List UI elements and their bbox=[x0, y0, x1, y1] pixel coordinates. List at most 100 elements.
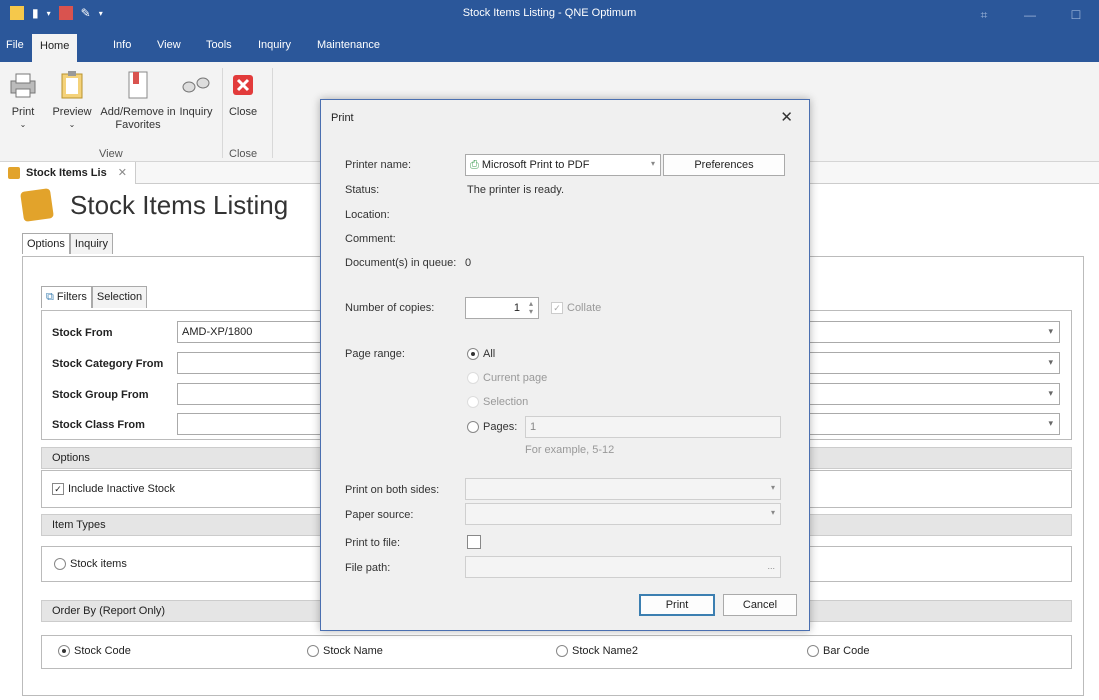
range-all-radio[interactable]: All bbox=[467, 348, 495, 361]
include-inactive-checkbox[interactable]: ✓ Include Inactive Stock bbox=[52, 483, 175, 496]
menu-file[interactable]: File bbox=[6, 39, 24, 51]
range-selection-radio[interactable]: Selection bbox=[467, 396, 528, 409]
stock-category-from-label: Stock Category From bbox=[52, 358, 164, 370]
close-tab-icon[interactable]: ✕ bbox=[118, 167, 127, 179]
stock-category-from-input[interactable] bbox=[177, 352, 322, 374]
title-bar: ▮ ▾ ✎ ▾ Stock Items Listing - QNE Optimu… bbox=[0, 0, 1099, 30]
sub-tabs: ⧉ Filters Selection bbox=[41, 286, 148, 308]
binoculars-icon bbox=[181, 70, 211, 100]
status-label: Status: bbox=[345, 184, 380, 196]
pages-example: For example, 5-12 bbox=[525, 444, 615, 456]
stock-items-radio[interactable]: Stock items bbox=[54, 558, 127, 571]
print-button[interactable]: Print bbox=[639, 594, 715, 616]
stock-class-to-dropdown[interactable]: ▾ bbox=[790, 413, 1060, 435]
print-dialog: Print ✕ Printer name: ⎙ Microsoft Print … bbox=[320, 99, 810, 631]
print-ribbon-button[interactable]: Print ⌄ bbox=[6, 70, 40, 130]
chevron-down-icon: ▾ bbox=[1048, 326, 1053, 336]
printer-name-select[interactable]: ⎙ Microsoft Print to PDF ▾ bbox=[465, 154, 661, 176]
printer-name-label: Printer name: bbox=[345, 159, 412, 171]
group-separator bbox=[222, 68, 223, 158]
queue-value: 0 bbox=[465, 257, 472, 269]
chevron-down-icon: ▾ bbox=[770, 508, 775, 517]
pages-input[interactable]: 1 bbox=[525, 416, 781, 438]
page-title: Stock Items Listing bbox=[70, 190, 289, 220]
group-label-close: Close bbox=[229, 148, 258, 160]
comment-label: Comment: bbox=[345, 233, 396, 245]
chevron-down-icon: ▾ bbox=[1048, 357, 1053, 367]
group-separator bbox=[272, 68, 273, 158]
minimize-icon[interactable]: — bbox=[1007, 0, 1053, 30]
duplex-select[interactable]: ▾ bbox=[465, 478, 781, 500]
dialog-title: Print bbox=[331, 112, 354, 124]
preview-ribbon-button[interactable]: Preview ⌄ bbox=[52, 70, 92, 130]
main-tabs: Options Inquiry bbox=[22, 233, 113, 254]
location-label: Location: bbox=[345, 209, 390, 221]
status-value: The printer is ready. bbox=[467, 184, 565, 196]
range-pages-radio[interactable]: Pages: bbox=[467, 421, 517, 434]
menu-info[interactable]: Info bbox=[113, 39, 131, 51]
printer-icon bbox=[8, 70, 38, 100]
inquiry-ribbon-button[interactable]: Inquiry bbox=[176, 70, 216, 118]
menu-home[interactable]: Home bbox=[32, 34, 78, 62]
chevron-down-icon: ▾ bbox=[1048, 388, 1053, 398]
range-current-radio[interactable]: Current page bbox=[467, 372, 547, 385]
print-to-file-label: Print to file: bbox=[345, 537, 401, 549]
checkmark-icon: ✓ bbox=[551, 302, 563, 315]
maximize-icon[interactable]: ☐ bbox=[1053, 0, 1099, 30]
chevron-down-icon: ▾ bbox=[1048, 418, 1053, 428]
copies-label: Number of copies: bbox=[345, 302, 435, 314]
stock-group-to-dropdown[interactable]: ▾ bbox=[790, 383, 1060, 405]
tab-inquiry[interactable]: Inquiry bbox=[69, 233, 113, 254]
close-icon bbox=[228, 70, 258, 100]
tab-selection[interactable]: Selection bbox=[91, 286, 148, 308]
stock-class-from-label: Stock Class From bbox=[52, 419, 145, 431]
stock-category-to-dropdown[interactable]: ▾ bbox=[790, 352, 1060, 374]
paper-source-select[interactable]: ▾ bbox=[465, 503, 781, 525]
box-icon bbox=[8, 167, 20, 179]
window-title: Stock Items Listing - QNE Optimum bbox=[462, 7, 637, 19]
menu-tools[interactable]: Tools bbox=[206, 39, 232, 51]
menu-maintenance[interactable]: Maintenance bbox=[317, 39, 380, 51]
stock-group-from-label: Stock Group From bbox=[52, 389, 149, 401]
menu-bar: File Home Info View Tools Inquiry Mainte… bbox=[0, 30, 1099, 62]
stock-class-from-input[interactable] bbox=[177, 413, 322, 435]
menu-inquiry[interactable]: Inquiry bbox=[258, 39, 291, 51]
order-bar-code-radio[interactable]: Bar Code bbox=[807, 645, 869, 658]
copies-stepper[interactable]: 1 ▴ ▾ bbox=[465, 297, 539, 319]
document-tab[interactable]: Stock Items Lis ✕ bbox=[0, 162, 136, 184]
stock-from-input[interactable]: AMD-XP/1800 bbox=[177, 321, 322, 343]
chevron-down-icon: ▾ bbox=[770, 483, 775, 492]
box-icon bbox=[20, 188, 54, 222]
favorites-ribbon-button[interactable]: Add/Remove in Favorites bbox=[98, 70, 178, 132]
clipboard-icon bbox=[57, 70, 87, 100]
filter-icon: ⧉ bbox=[46, 291, 54, 303]
duplex-label: Print on both sides: bbox=[345, 484, 440, 496]
close-icon[interactable]: ✕ bbox=[780, 108, 793, 126]
file-path-label: File path: bbox=[345, 562, 391, 574]
paper-source-label: Paper source: bbox=[345, 509, 414, 521]
spin-icon[interactable]: ▴ ▾ bbox=[529, 300, 533, 316]
checkmark-icon: ✓ bbox=[52, 483, 64, 496]
file-path-input[interactable]: ... bbox=[465, 556, 781, 578]
restore-icon[interactable]: ⌗ bbox=[961, 0, 1007, 30]
tab-options[interactable]: Options bbox=[22, 233, 70, 254]
preferences-button[interactable]: Preferences bbox=[663, 154, 785, 176]
collate-checkbox[interactable]: ✓ Collate bbox=[551, 302, 601, 315]
menu-view[interactable]: View bbox=[157, 39, 181, 51]
stock-from-label: Stock From bbox=[52, 327, 113, 339]
print-to-file-checkbox[interactable] bbox=[467, 535, 481, 549]
stock-group-from-input[interactable] bbox=[177, 383, 322, 405]
group-label-view: View bbox=[99, 148, 123, 160]
page-range-label: Page range: bbox=[345, 348, 405, 360]
order-stock-name2-radio[interactable]: Stock Name2 bbox=[556, 645, 638, 658]
close-ribbon-button[interactable]: Close bbox=[226, 70, 260, 118]
cancel-button[interactable]: Cancel bbox=[723, 594, 797, 616]
order-stock-code-radio[interactable]: Stock Code bbox=[58, 645, 131, 658]
tab-filters[interactable]: ⧉ Filters bbox=[41, 286, 92, 308]
printer-icon: ⎙ bbox=[470, 159, 479, 171]
bookmark-icon bbox=[123, 70, 153, 100]
stock-to-dropdown[interactable]: ▾ bbox=[790, 321, 1060, 343]
queue-label: Document(s) in queue: bbox=[345, 257, 457, 269]
chevron-down-icon: ▾ bbox=[650, 159, 655, 168]
order-stock-name-radio[interactable]: Stock Name bbox=[307, 645, 383, 658]
